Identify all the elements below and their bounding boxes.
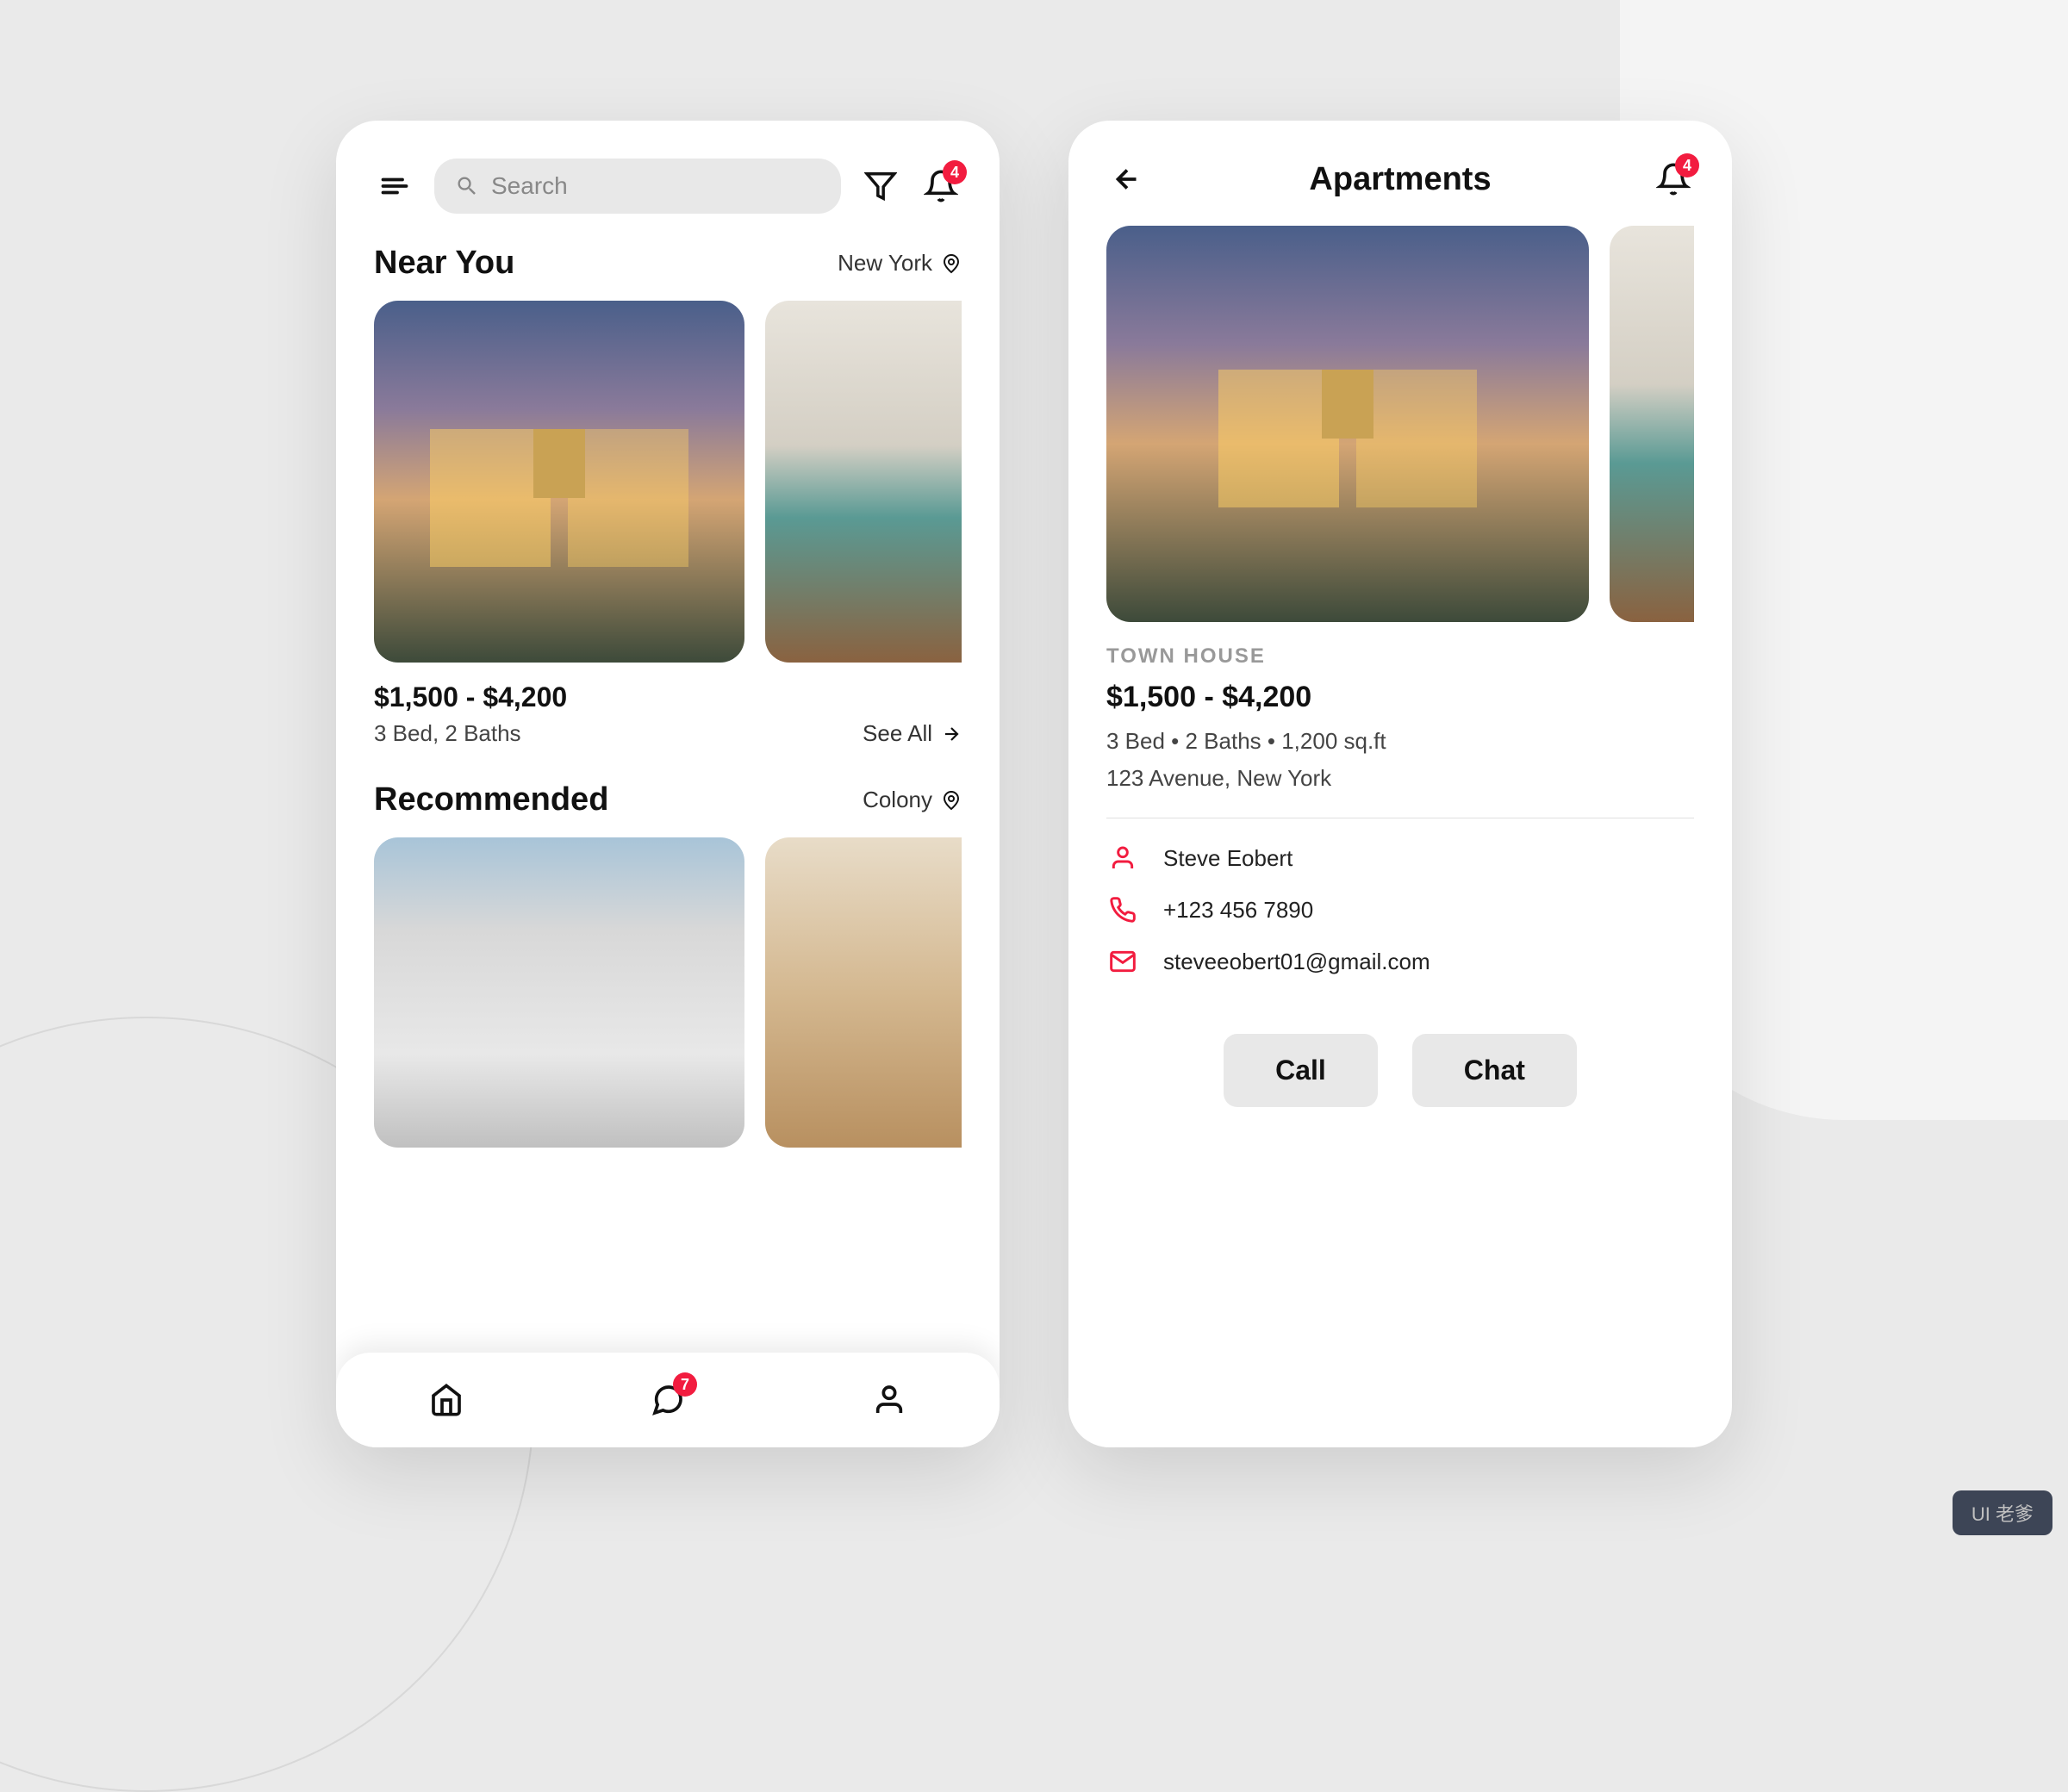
contact-email: steveeobert01@gmail.com bbox=[1163, 949, 1430, 975]
detail-title: Apartments bbox=[1148, 161, 1653, 198]
property-card-rec-2[interactable] bbox=[765, 837, 962, 1148]
home-header: Search 4 bbox=[374, 159, 962, 214]
contact-phone-row[interactable]: +123 456 7890 bbox=[1106, 896, 1694, 924]
nav-profile[interactable] bbox=[869, 1379, 910, 1421]
contact-phone: +123 456 7890 bbox=[1163, 897, 1313, 924]
contact-name: Steve Eobert bbox=[1163, 845, 1292, 872]
recommended-cards bbox=[374, 837, 962, 1148]
detail-screen: Apartments 4 TOWN HOUSE $1,500 - $4,200 … bbox=[1068, 121, 1732, 1447]
recommended-location-chip[interactable]: Colony bbox=[863, 787, 962, 813]
near-info-row: 3 Bed, 2 Baths See All bbox=[374, 720, 962, 747]
see-all-link[interactable]: See All bbox=[863, 720, 962, 747]
property-card-rec-1[interactable] bbox=[374, 837, 744, 1148]
filter-icon[interactable] bbox=[860, 165, 901, 207]
recommended-section-head: Recommended Colony bbox=[374, 781, 962, 818]
contact-email-row[interactable]: steveeobert01@gmail.com bbox=[1106, 948, 1694, 975]
detail-notifications-button[interactable]: 4 bbox=[1653, 159, 1694, 200]
mail-icon bbox=[1106, 948, 1139, 975]
detail-hero-image-2[interactable] bbox=[1610, 226, 1694, 622]
search-placeholder: Search bbox=[491, 172, 568, 200]
see-all-label: See All bbox=[863, 720, 932, 747]
notification-badge: 4 bbox=[943, 160, 967, 184]
near-you-cards bbox=[374, 301, 962, 663]
person-icon bbox=[1106, 844, 1139, 872]
bottom-nav: 7 bbox=[336, 1353, 1000, 1447]
near-price: $1,500 - $4,200 bbox=[374, 681, 962, 713]
call-button[interactable]: Call bbox=[1224, 1034, 1378, 1107]
near-you-section-head: Near You New York bbox=[374, 245, 962, 282]
property-category: TOWN HOUSE bbox=[1106, 644, 1694, 669]
detail-header: Apartments 4 bbox=[1106, 159, 1694, 200]
menu-icon[interactable] bbox=[374, 165, 415, 207]
nav-chat[interactable]: 7 bbox=[647, 1379, 688, 1421]
back-button[interactable] bbox=[1106, 159, 1148, 200]
search-input[interactable]: Search bbox=[434, 159, 841, 214]
detail-notification-badge: 4 bbox=[1675, 153, 1699, 177]
property-card-near-2[interactable] bbox=[765, 301, 962, 663]
property-specs: 3 Bed • 2 Baths • 1,200 sq.ft bbox=[1106, 728, 1694, 755]
property-card-near-1[interactable] bbox=[374, 301, 744, 663]
notifications-button[interactable]: 4 bbox=[920, 165, 962, 207]
recommended-title: Recommended bbox=[374, 781, 608, 818]
near-details: 3 Bed, 2 Baths bbox=[374, 720, 521, 747]
action-row: Call Chat bbox=[1106, 1034, 1694, 1107]
chat-button[interactable]: Chat bbox=[1412, 1034, 1577, 1107]
property-address: 123 Avenue, New York bbox=[1106, 765, 1694, 792]
property-price: $1,500 - $4,200 bbox=[1106, 681, 1694, 714]
watermark: UI 老爹 bbox=[1953, 1490, 2052, 1535]
detail-hero-image[interactable] bbox=[1106, 226, 1589, 622]
phone-icon bbox=[1106, 896, 1139, 924]
near-location-label: New York bbox=[838, 250, 932, 277]
near-location-chip[interactable]: New York bbox=[838, 250, 962, 277]
home-screen: Search 4 Near You New York $1,500 - $4,2… bbox=[336, 121, 1000, 1447]
detail-hero-row bbox=[1106, 226, 1694, 622]
near-you-title: Near You bbox=[374, 245, 514, 282]
watermark-text: UI 老爹 bbox=[1971, 1499, 2034, 1527]
recommended-location-label: Colony bbox=[863, 787, 932, 813]
contact-name-row[interactable]: Steve Eobert bbox=[1106, 844, 1694, 872]
nav-home[interactable] bbox=[426, 1379, 467, 1421]
nav-chat-badge: 7 bbox=[673, 1372, 697, 1397]
